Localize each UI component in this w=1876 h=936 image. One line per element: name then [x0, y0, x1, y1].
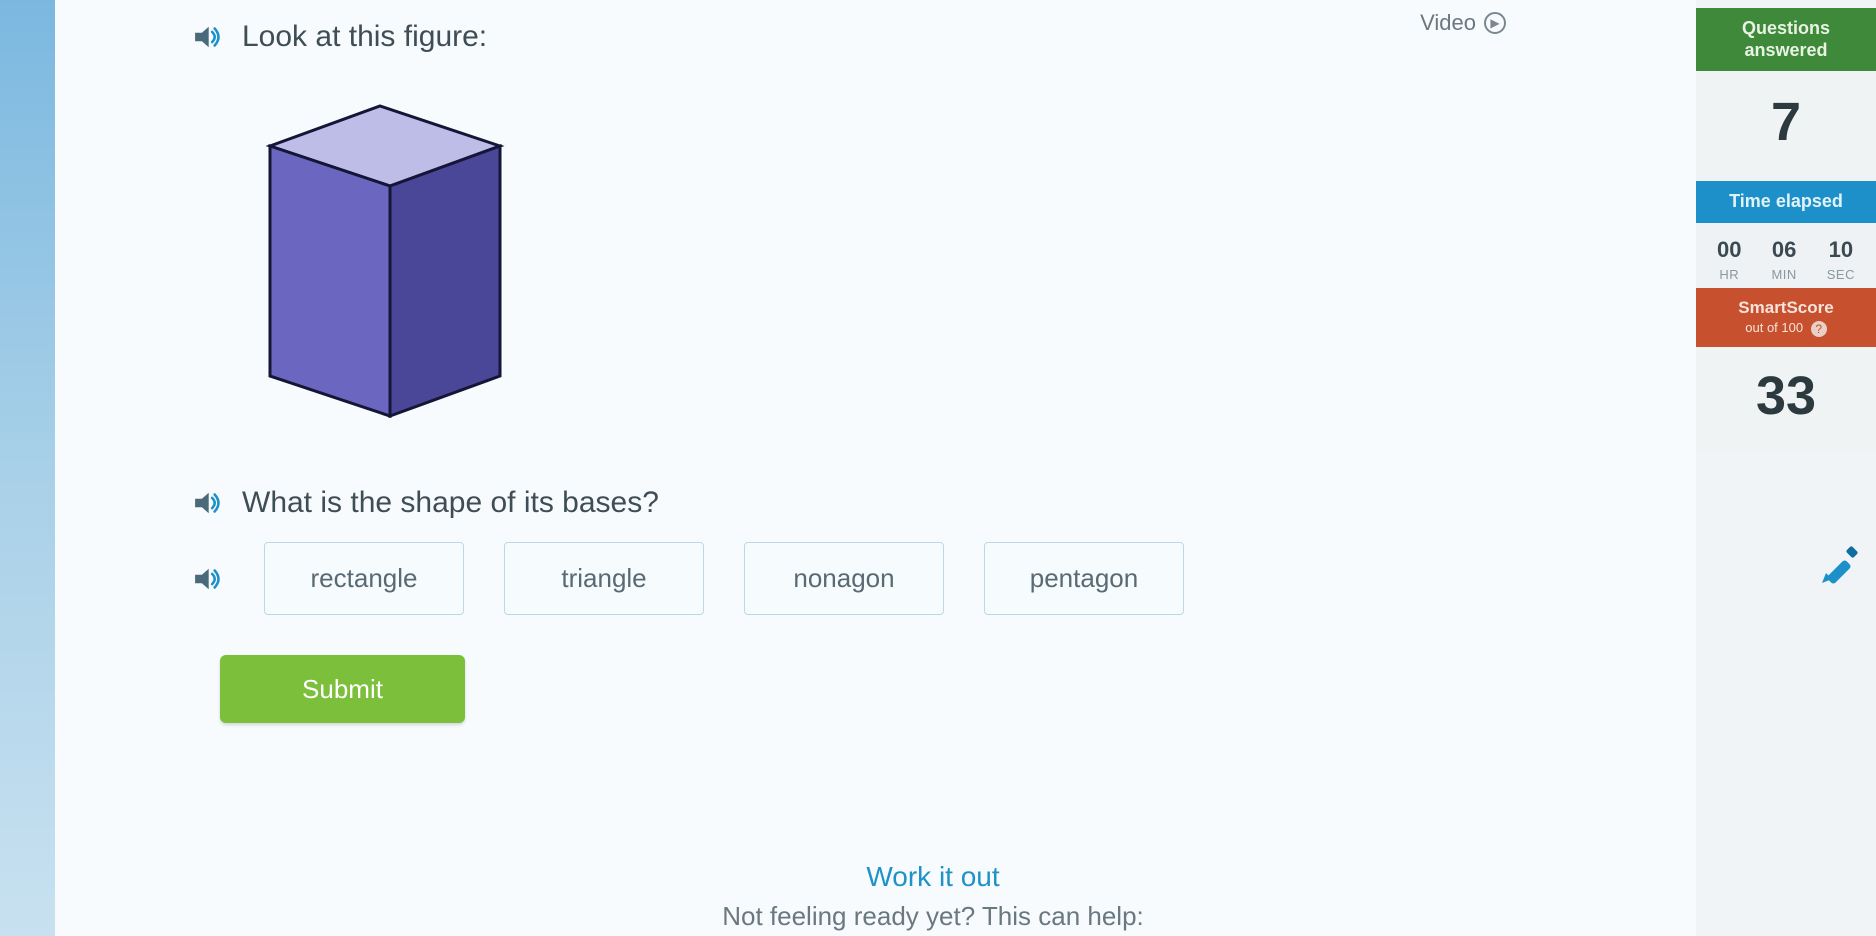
time-hr-value: 00	[1717, 237, 1741, 263]
time-sec-label: SEC	[1827, 267, 1855, 282]
scratchpad-button[interactable]	[1696, 543, 1876, 592]
speaker-icon[interactable]	[190, 20, 224, 54]
time-elapsed-body: 00 HR 06 MIN 10 SEC	[1696, 223, 1876, 288]
answer-choices: rectangle triangle nonagon pentagon	[190, 542, 1676, 615]
smartscore-header: SmartScore out of 100 ?	[1696, 288, 1876, 347]
time-sec-value: 10	[1829, 237, 1853, 263]
help-icon[interactable]: ?	[1811, 321, 1827, 337]
window-edge-left	[0, 0, 55, 936]
time-hr-label: HR	[1719, 267, 1739, 282]
content-gutter	[55, 0, 170, 936]
choice-rectangle[interactable]: rectangle	[264, 542, 464, 615]
choice-pentagon[interactable]: pentagon	[984, 542, 1184, 615]
questions-answered-value: 7	[1696, 71, 1876, 181]
speaker-icon[interactable]	[190, 562, 224, 596]
time-min-value: 06	[1772, 237, 1796, 263]
video-label: Video	[1420, 10, 1476, 36]
stats-sidebar: Questions answered 7 Time elapsed 00 HR …	[1696, 0, 1876, 936]
footer-links: Work it out Not feeling ready yet? This …	[170, 861, 1696, 932]
video-link[interactable]: Video ▶	[1420, 10, 1506, 36]
choice-nonagon[interactable]: nonagon	[744, 542, 944, 615]
speaker-icon[interactable]	[190, 486, 224, 520]
questions-answered-header: Questions answered	[1696, 8, 1876, 71]
choice-triangle[interactable]: triangle	[504, 542, 704, 615]
prompt-2-row: What is the shape of its bases?	[190, 486, 1676, 520]
submit-button[interactable]: Submit	[220, 655, 465, 723]
time-sec: 10 SEC	[1827, 237, 1855, 282]
smartscore-label: SmartScore	[1738, 298, 1833, 317]
smartscore-value: 33	[1696, 347, 1876, 453]
main-content: Video ▶ Look at this figure:	[170, 0, 1696, 936]
not-ready-text: Not feeling ready yet? This can help:	[170, 901, 1696, 932]
prompt-1-text: Look at this figure:	[242, 20, 487, 54]
time-min-label: MIN	[1771, 267, 1796, 282]
figure-prism	[220, 76, 540, 456]
time-hr: 00 HR	[1717, 237, 1741, 282]
work-it-out-link[interactable]: Work it out	[170, 861, 1696, 893]
time-elapsed-header: Time elapsed	[1696, 181, 1876, 223]
prompt-2-text: What is the shape of its bases?	[242, 486, 659, 520]
smartscore-sub: out of 100	[1745, 320, 1803, 335]
time-min: 06 MIN	[1771, 237, 1796, 282]
play-icon: ▶	[1484, 12, 1506, 34]
